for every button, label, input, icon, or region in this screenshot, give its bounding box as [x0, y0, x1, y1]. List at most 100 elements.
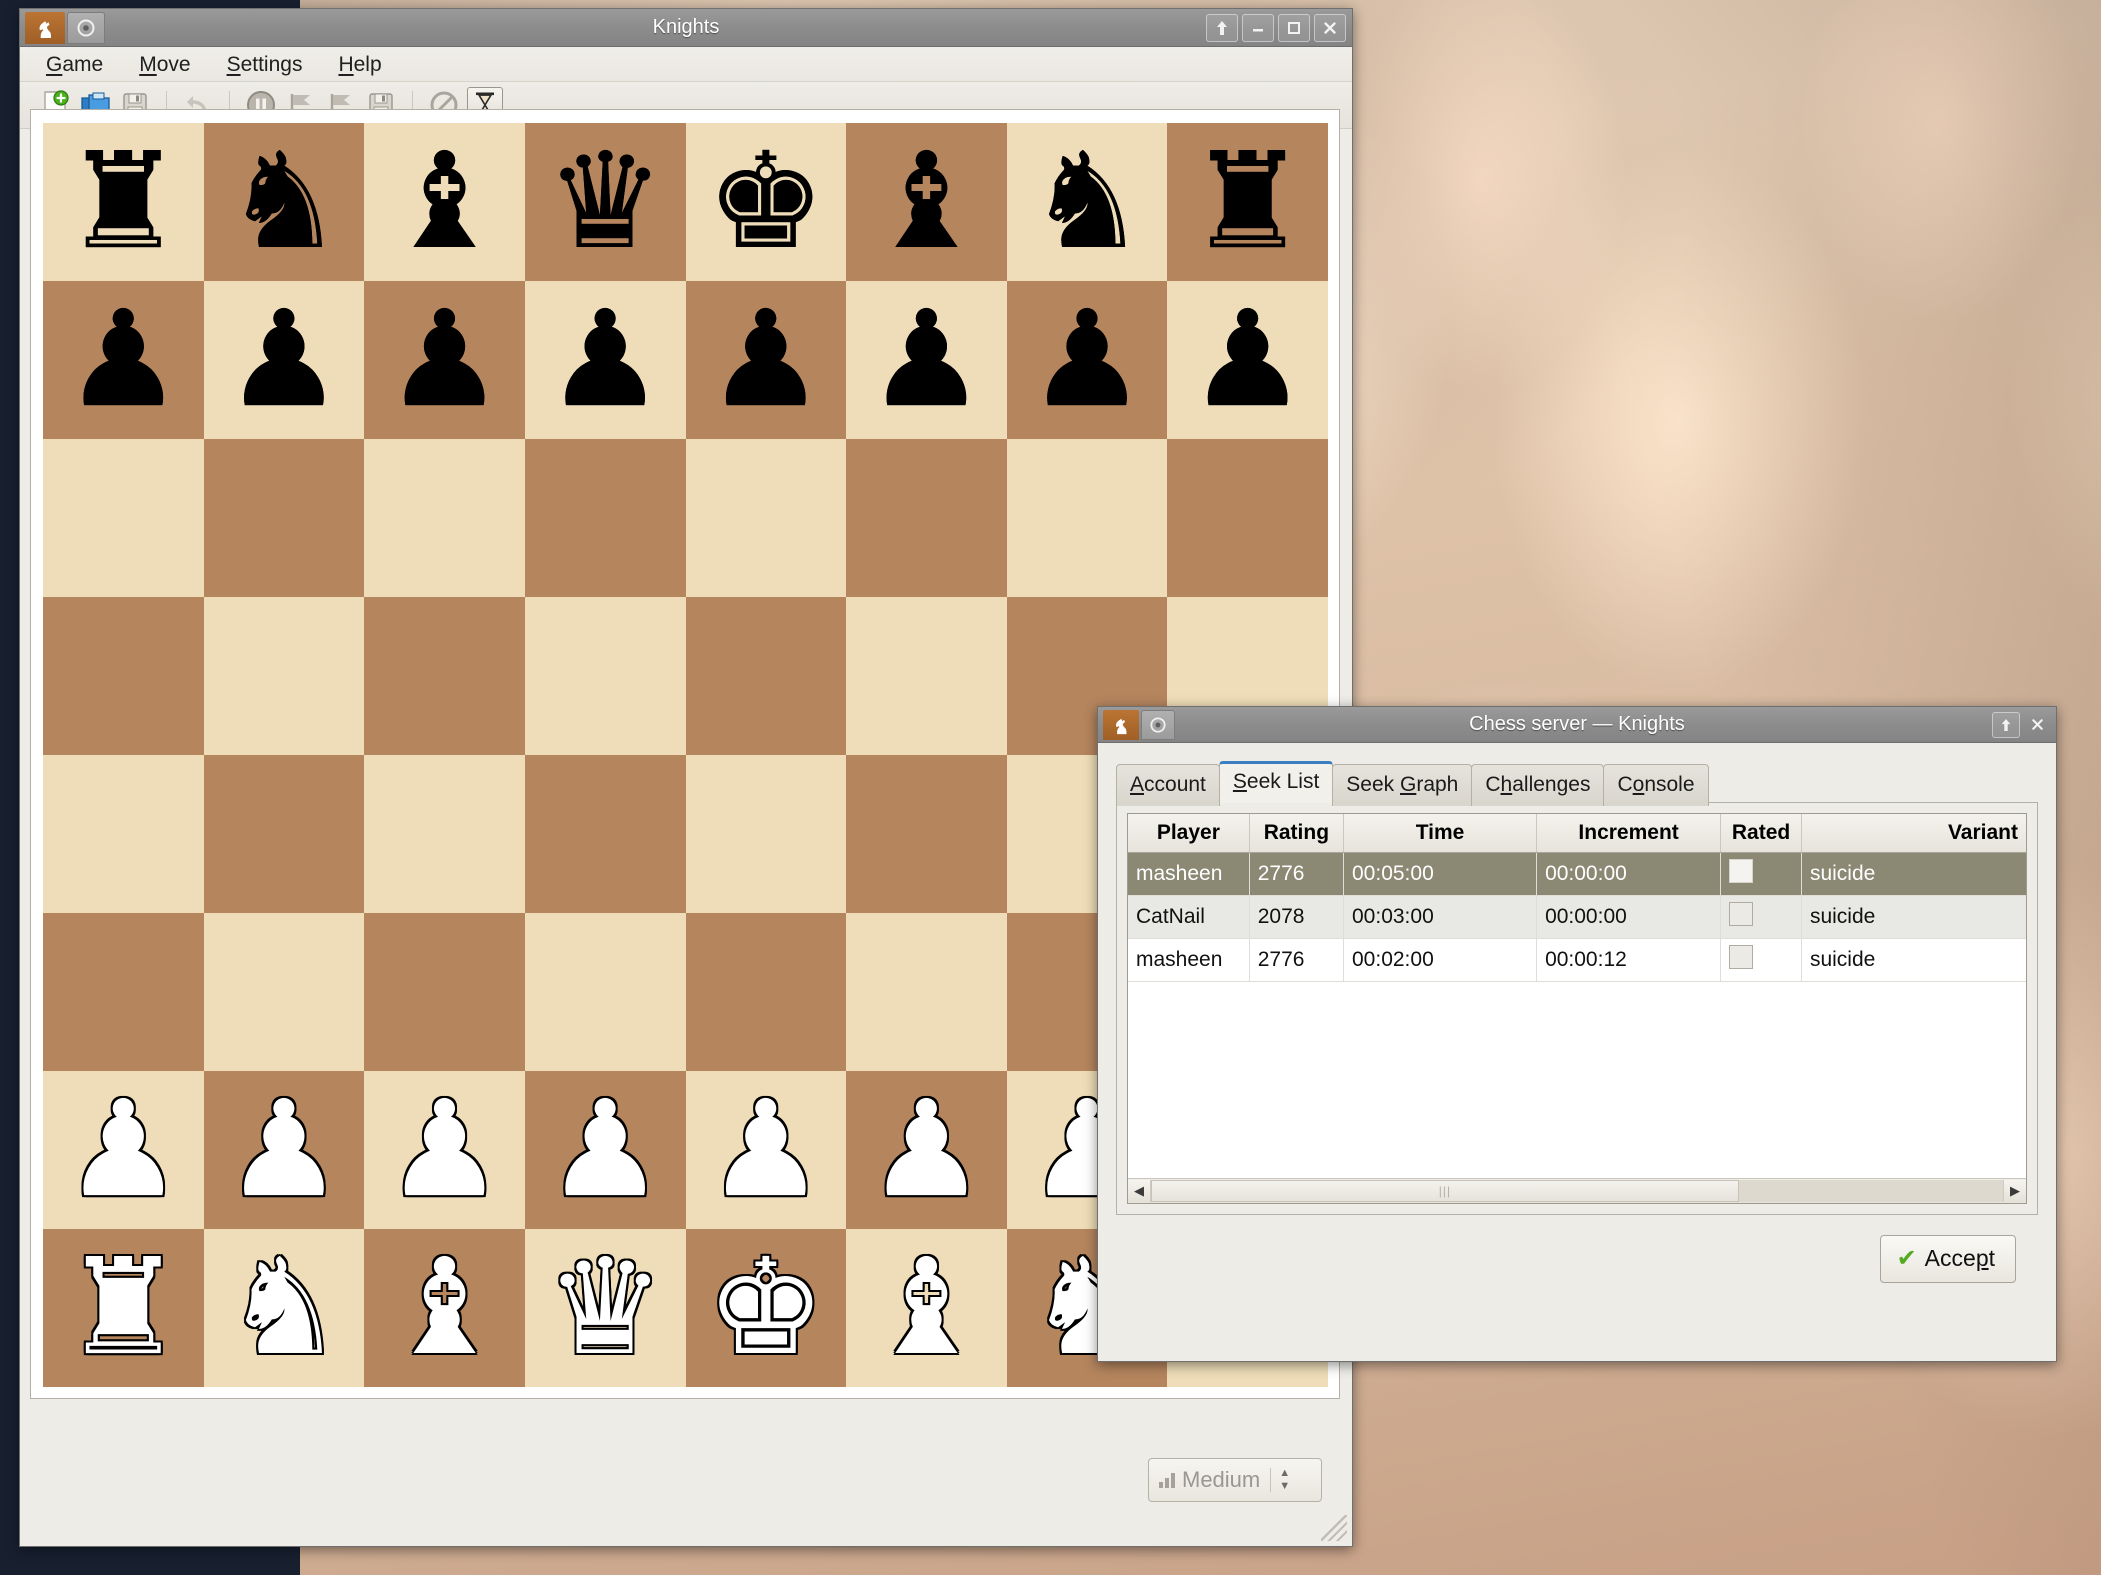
board-square-e5[interactable] [685, 597, 847, 755]
board-square-b3[interactable] [203, 913, 365, 1071]
board-square-d5[interactable] [524, 597, 686, 755]
maximize-button[interactable] [1278, 13, 1310, 42]
board-square-g8[interactable]: ♞ [1006, 123, 1168, 281]
board-square-a4[interactable] [43, 755, 204, 913]
tab-seek-list[interactable]: Seek List [1218, 761, 1334, 803]
window-menu-button[interactable] [1141, 709, 1175, 740]
scroll-right-icon[interactable]: ▶ [2003, 1180, 2026, 1202]
scrollbar-track[interactable]: ||| [1151, 1180, 2003, 1202]
board-square-h7[interactable]: ♟ [1167, 281, 1328, 439]
board-square-b1[interactable]: ♞ [203, 1229, 365, 1387]
white-pawn-piece[interactable]: ♟ [64, 1083, 183, 1217]
black-bishop-piece[interactable]: ♝ [385, 135, 504, 269]
board-square-c2[interactable]: ♟ [364, 1071, 525, 1229]
tab-seek-graph[interactable]: Seek Graph [1332, 764, 1473, 806]
board-square-a3[interactable] [43, 913, 204, 1071]
board-square-h8[interactable]: ♜ [1167, 123, 1328, 281]
column-header-increment[interactable]: Increment [1536, 814, 1722, 853]
scrollbar-thumb[interactable]: ||| [1151, 1180, 1739, 1202]
accept-button[interactable]: ✔ Accept [1879, 1235, 2016, 1283]
white-bishop-piece[interactable]: ♝ [867, 1241, 986, 1375]
main-titlebar[interactable]: Knights [20, 9, 1352, 47]
column-header-variant[interactable]: Variant [1801, 814, 2026, 853]
resize-grip[interactable] [1321, 1515, 1347, 1541]
tab-console[interactable]: Console [1603, 764, 1709, 806]
column-header-rating[interactable]: Rating [1249, 814, 1345, 853]
board-square-e8[interactable]: ♚ [685, 123, 847, 281]
scroll-left-icon[interactable]: ◀ [1128, 1180, 1151, 1202]
difficulty-spinner[interactable]: ▲ ▼ [1270, 1468, 1290, 1492]
tab-account[interactable]: Account [1116, 764, 1220, 806]
board-square-d3[interactable] [524, 913, 686, 1071]
seek-list-row[interactable]: masheen 2776 00:05:00 00:00:00 suicide [1128, 852, 2026, 896]
black-bishop-piece[interactable]: ♝ [867, 135, 986, 269]
black-pawn-piece[interactable]: ♟ [64, 293, 183, 427]
keep-above-button[interactable] [1206, 13, 1238, 42]
board-square-d4[interactable] [524, 755, 686, 913]
window-menu-button[interactable] [67, 11, 105, 44]
white-knight-piece[interactable]: ♞ [224, 1241, 343, 1375]
black-queen-piece[interactable]: ♛ [546, 135, 665, 269]
board-square-a2[interactable]: ♟ [43, 1071, 204, 1229]
seek-list-horizontal-scrollbar[interactable]: ◀ ||| ▶ [1128, 1178, 2026, 1203]
server-titlebar[interactable]: Chess server — Knights [1098, 707, 2056, 743]
board-square-e1[interactable]: ♚ [685, 1229, 847, 1387]
keep-above-button[interactable] [1992, 711, 2020, 738]
menu-settings[interactable]: Settings [223, 51, 307, 78]
board-square-f4[interactable] [846, 755, 1007, 913]
board-square-c4[interactable] [364, 755, 525, 913]
white-pawn-piece[interactable]: ♟ [706, 1083, 825, 1217]
white-bishop-piece[interactable]: ♝ [385, 1241, 504, 1375]
board-square-h6[interactable] [1167, 439, 1328, 597]
board-square-b8[interactable]: ♞ [203, 123, 365, 281]
rated-checkbox[interactable] [1729, 902, 1754, 926]
board-square-e2[interactable]: ♟ [685, 1071, 847, 1229]
board-square-f6[interactable] [846, 439, 1007, 597]
white-pawn-piece[interactable]: ♟ [546, 1083, 665, 1217]
board-square-d1[interactable]: ♛ [524, 1229, 686, 1387]
white-pawn-piece[interactable]: ♟ [867, 1083, 986, 1217]
white-pawn-piece[interactable]: ♟ [385, 1083, 504, 1217]
black-pawn-piece[interactable]: ♟ [867, 293, 986, 427]
white-queen-piece[interactable]: ♛ [546, 1241, 665, 1375]
black-pawn-piece[interactable]: ♟ [385, 293, 504, 427]
board-square-f2[interactable]: ♟ [846, 1071, 1007, 1229]
board-square-a5[interactable] [43, 597, 204, 755]
black-pawn-piece[interactable]: ♟ [706, 293, 825, 427]
board-square-g7[interactable]: ♟ [1006, 281, 1168, 439]
difficulty-selector[interactable]: Medium ▲ ▼ [1148, 1458, 1322, 1502]
spinner-up-icon[interactable]: ▲ [1279, 1468, 1290, 1479]
tab-challenges[interactable]: Challenges [1471, 764, 1605, 806]
rated-checkbox[interactable] [1729, 859, 1754, 883]
board-square-e4[interactable] [685, 755, 847, 913]
black-pawn-piece[interactable]: ♟ [546, 293, 665, 427]
board-square-e7[interactable]: ♟ [685, 281, 847, 439]
board-square-b7[interactable]: ♟ [203, 281, 365, 439]
menu-move[interactable]: Move [135, 51, 194, 78]
board-square-a8[interactable]: ♜ [43, 123, 204, 281]
board-square-a6[interactable] [43, 439, 204, 597]
board-square-f1[interactable]: ♝ [846, 1229, 1007, 1387]
board-square-b4[interactable] [203, 755, 365, 913]
board-square-f8[interactable]: ♝ [846, 123, 1007, 281]
black-knight-piece[interactable]: ♞ [1027, 135, 1146, 269]
black-pawn-piece[interactable]: ♟ [224, 293, 343, 427]
seek-list-row[interactable]: masheen 2776 00:02:00 00:00:12 suicide [1128, 938, 2026, 982]
board-square-e3[interactable] [685, 913, 847, 1071]
white-king-piece[interactable]: ♚ [706, 1241, 825, 1375]
black-knight-piece[interactable]: ♞ [224, 135, 343, 269]
board-square-a7[interactable]: ♟ [43, 281, 204, 439]
menu-help[interactable]: Help [334, 51, 385, 78]
black-pawn-piece[interactable]: ♟ [1188, 293, 1307, 427]
board-square-a1[interactable]: ♜ [43, 1229, 204, 1387]
black-rook-piece[interactable]: ♜ [1188, 135, 1307, 269]
column-header-player[interactable]: Player [1128, 814, 1250, 853]
black-rook-piece[interactable]: ♜ [64, 135, 183, 269]
minimize-button[interactable] [1242, 13, 1274, 42]
board-square-f7[interactable]: ♟ [846, 281, 1007, 439]
board-square-f5[interactable] [846, 597, 1007, 755]
black-pawn-piece[interactable]: ♟ [1027, 293, 1146, 427]
rated-checkbox[interactable] [1729, 945, 1754, 969]
board-square-c3[interactable] [364, 913, 525, 1071]
board-square-b6[interactable] [203, 439, 365, 597]
